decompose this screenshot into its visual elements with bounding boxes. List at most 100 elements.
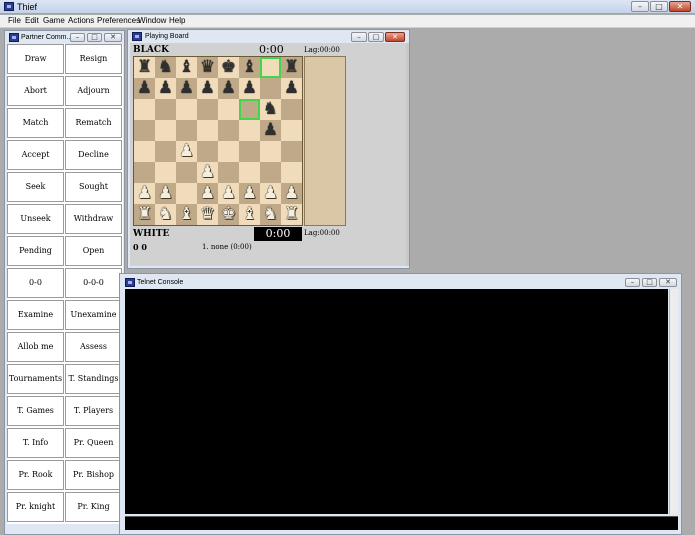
square-h3[interactable] (281, 162, 302, 183)
black-knight-icon[interactable]: ♞ (155, 57, 176, 78)
square-h5[interactable] (281, 120, 302, 141)
telnet-minimize-button[interactable]: – (625, 278, 640, 287)
square-a6[interactable] (134, 99, 155, 120)
white-pawn-icon[interactable]: ♟ (197, 162, 218, 183)
partner-sought-button[interactable]: Sought (65, 172, 122, 202)
board-minimize-button[interactable]: – (351, 32, 367, 42)
square-h6[interactable] (281, 99, 302, 120)
partner-pending-button[interactable]: Pending (7, 236, 64, 266)
partner-decline-button[interactable]: Decline (65, 140, 122, 170)
black-bishop-icon[interactable]: ♝ (239, 57, 260, 78)
partner-pr-knight-button[interactable]: Pr. knight (7, 492, 64, 522)
white-knight-icon[interactable]: ♞ (260, 204, 281, 225)
partner-draw-button[interactable]: Draw (7, 44, 64, 74)
board-maximize-button[interactable]: □ (368, 32, 384, 42)
square-e5[interactable] (218, 120, 239, 141)
menu-window[interactable]: Window (138, 15, 166, 27)
black-bishop-icon[interactable]: ♝ (176, 57, 197, 78)
square-d6[interactable] (197, 99, 218, 120)
partner-examine-button[interactable]: Examine (7, 300, 64, 330)
black-rook-icon[interactable]: ♜ (281, 57, 302, 78)
square-e6[interactable] (218, 99, 239, 120)
main-close-button[interactable]: ✕ (669, 1, 691, 12)
square-b4[interactable] (155, 141, 176, 162)
square-a4[interactable] (134, 141, 155, 162)
square-d5[interactable] (197, 120, 218, 141)
board-scrollbar[interactable] (406, 43, 409, 266)
square-b3[interactable] (155, 162, 176, 183)
partner-minimize-button[interactable]: – (70, 33, 85, 42)
partner-abort-button[interactable]: Abort (7, 76, 64, 106)
white-bishop-icon[interactable]: ♝ (239, 204, 260, 225)
partner-t-players-button[interactable]: T. Players (65, 396, 122, 426)
black-pawn-icon[interactable]: ♟ (281, 78, 302, 99)
black-rook-icon[interactable]: ♜ (134, 57, 155, 78)
white-pawn-icon[interactable]: ♟ (239, 183, 260, 204)
partner-t-games-button[interactable]: T. Games (7, 396, 64, 426)
partner-adjourn-button[interactable]: Adjourn (65, 76, 122, 106)
square-g4[interactable] (260, 141, 281, 162)
partner-allob-me-button[interactable]: Allob me (7, 332, 64, 362)
black-knight-icon[interactable]: ♞ (260, 99, 281, 120)
partner-withdraw-button[interactable]: Withdraw (65, 204, 122, 234)
white-bishop-icon[interactable]: ♝ (176, 204, 197, 225)
black-pawn-icon[interactable]: ♟ (218, 78, 239, 99)
main-minimize-button[interactable]: – (631, 1, 649, 12)
partner-unseek-button[interactable]: Unseek (7, 204, 64, 234)
square-a5[interactable] (134, 120, 155, 141)
white-king-icon[interactable]: ♚ (218, 204, 239, 225)
square-f3[interactable] (239, 162, 260, 183)
square-b5[interactable] (155, 120, 176, 141)
partner-0-0-button[interactable]: 0-0 (7, 268, 64, 298)
white-pawn-icon[interactable]: ♟ (134, 183, 155, 204)
menu-preferences[interactable]: Preferences (97, 15, 140, 27)
black-pawn-icon[interactable]: ♟ (197, 78, 218, 99)
black-queen-icon[interactable]: ♛ (197, 57, 218, 78)
square-e3[interactable] (218, 162, 239, 183)
square-f4[interactable] (239, 141, 260, 162)
partner-accept-button[interactable]: Accept (7, 140, 64, 170)
square-e4[interactable] (218, 141, 239, 162)
white-pawn-icon[interactable]: ♟ (197, 183, 218, 204)
telnet-output[interactable] (125, 289, 668, 514)
black-king-icon[interactable]: ♚ (218, 57, 239, 78)
white-pawn-icon[interactable]: ♟ (176, 141, 197, 162)
partner-assess-button[interactable]: Assess (65, 332, 122, 362)
white-pawn-icon[interactable]: ♟ (218, 183, 239, 204)
partner-pr-bishop-button[interactable]: Pr. Bishop (65, 460, 122, 490)
square-a3[interactable] (134, 162, 155, 183)
partner-rematch-button[interactable]: Rematch (65, 108, 122, 138)
partner-pr-queen-button[interactable]: Pr. Queen (65, 428, 122, 458)
white-knight-icon[interactable]: ♞ (155, 204, 176, 225)
partner-pr-rook-button[interactable]: Pr. Rook (7, 460, 64, 490)
partner-open-button[interactable]: Open (65, 236, 122, 266)
white-queen-icon[interactable]: ♛ (197, 204, 218, 225)
white-pawn-icon[interactable]: ♟ (260, 183, 281, 204)
partner-pr-king-button[interactable]: Pr. King (65, 492, 122, 522)
partner-unexamine-button[interactable]: Unexamine (65, 300, 122, 330)
telnet-close-button[interactable]: ✕ (659, 278, 677, 287)
black-pawn-icon[interactable]: ♟ (134, 78, 155, 99)
square-c6[interactable] (176, 99, 197, 120)
menu-game[interactable]: Game (43, 15, 65, 27)
menu-help[interactable]: Help (169, 15, 185, 27)
black-pawn-icon[interactable]: ♟ (260, 120, 281, 141)
black-pawn-icon[interactable]: ♟ (176, 78, 197, 99)
partner-seek-button[interactable]: Seek (7, 172, 64, 202)
black-pawn-icon[interactable]: ♟ (239, 78, 260, 99)
partner-0-0-0-button[interactable]: 0-0-0 (65, 268, 122, 298)
chess-board[interactable]: ♜ ♞ ♝ ♛ ♚ ♝ ♜ ♟ ♟ ♟ ♟ ♟ ♟ ♟ ♞ ♟ ♟ ♟ ♟ ♟ ♟ ♟ ♟ ♟ ♟ ♜ ♞ ♝ ♛ ♚ ♝ ♞ ♜ (133, 56, 303, 226)
telnet-maximize-button[interactable]: □ (642, 278, 657, 287)
square-b6[interactable] (155, 99, 176, 120)
white-rook-icon[interactable]: ♜ (134, 204, 155, 225)
white-rook-icon[interactable]: ♜ (281, 204, 302, 225)
square-c2[interactable] (176, 183, 197, 204)
telnet-input[interactable] (125, 516, 678, 530)
board-close-button[interactable]: ✕ (385, 32, 405, 42)
partner-tournaments-button[interactable]: Tournaments (7, 364, 64, 394)
partner-t-standings-button[interactable]: T. Standings (65, 364, 122, 394)
square-g7[interactable] (260, 78, 281, 99)
square-f5[interactable] (239, 120, 260, 141)
white-pawn-icon[interactable]: ♟ (281, 183, 302, 204)
white-pawn-icon[interactable]: ♟ (155, 183, 176, 204)
